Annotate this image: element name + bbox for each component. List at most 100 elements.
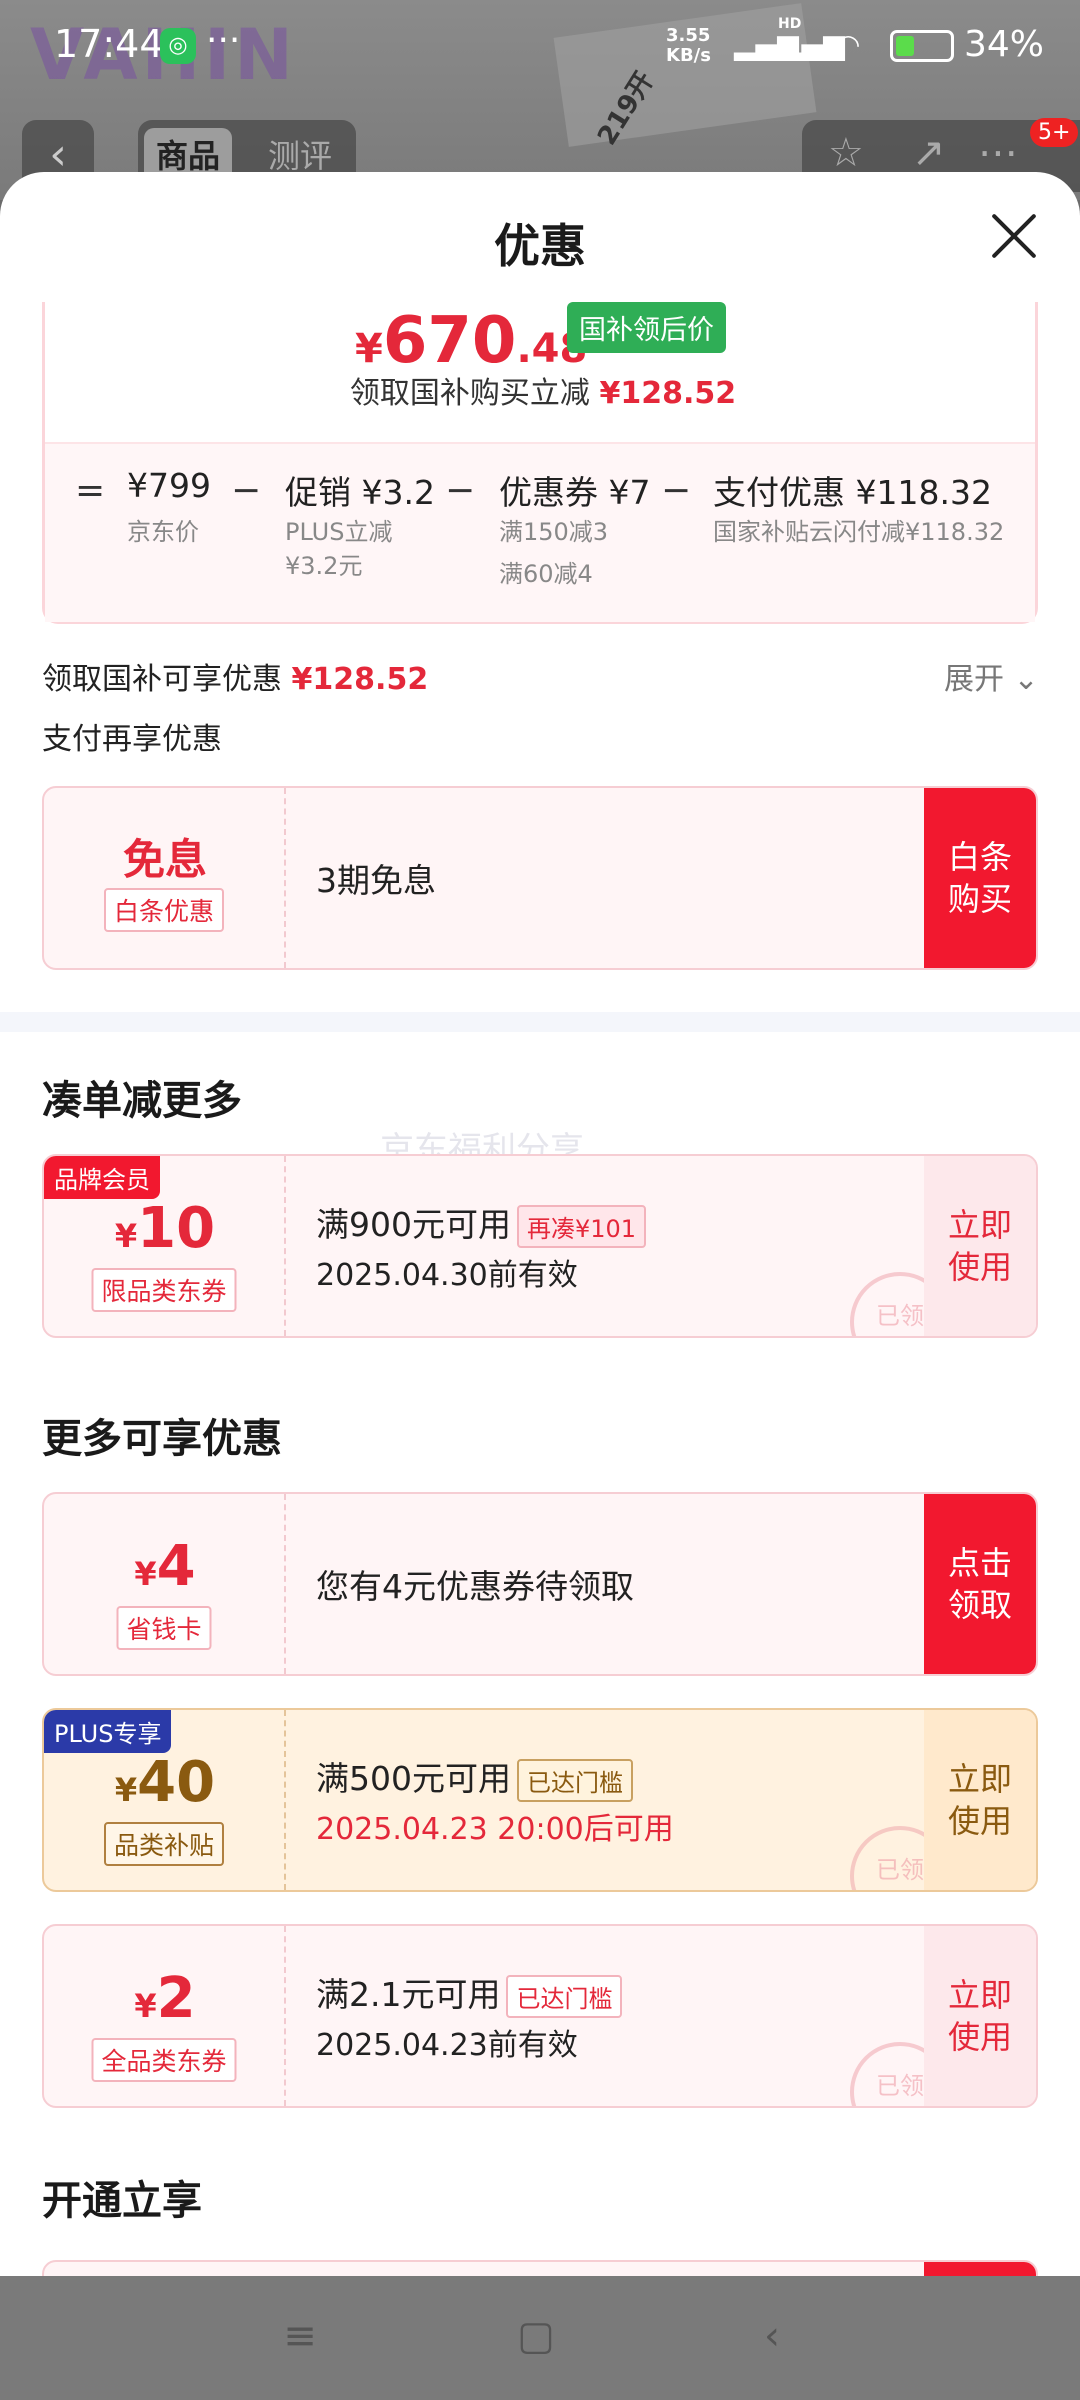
coupon-left: 免息 白条优惠	[44, 788, 286, 968]
coupon-value: ¥40	[44, 1750, 286, 1815]
coupon-condition: 满500元可用 已达门槛	[316, 1752, 633, 1802]
subsidy-price-tag: 国补领后价	[567, 302, 726, 353]
coupon-condition: 满2.1元可用 已达门槛	[316, 1968, 623, 2018]
add-more-tag: 再凑¥101	[517, 1205, 647, 1248]
close-icon[interactable]	[990, 212, 1038, 260]
clock: 17:44	[54, 22, 164, 66]
coupon-type-tag: 限品类东券	[91, 1268, 237, 1312]
coupon-rule-2: 满60减4	[499, 560, 593, 588]
coupon-amount: 优惠券 ¥7	[499, 473, 651, 512]
threshold-reached-tag: 已达门槛	[506, 1975, 623, 2018]
price-summary: ¥670.48 国补领后价 领取国补购买立减 ¥128.52 = ¥799 京东…	[42, 302, 1038, 624]
coupon-left: ¥2 全品类东券	[44, 1926, 286, 2106]
battery-icon	[890, 30, 954, 62]
wechat-icon: ◎	[160, 28, 196, 64]
coupon-condition: 满900元可用 再凑¥101	[316, 1198, 647, 1248]
promo-label: PLUS立减	[285, 518, 393, 546]
more-notifications-icon: ···	[206, 20, 241, 61]
currency-symbol: ¥	[134, 1555, 157, 1593]
coupon-type-tag: 全品类东券	[91, 2038, 237, 2082]
equals-sign: =	[75, 470, 106, 511]
coupon-validity: 2025.04.23前有效	[316, 2028, 578, 2063]
subsidy-row-label: 领取国补可享优惠	[42, 662, 282, 697]
plus-coupon: ¥40 品类补贴 PLUS专享 满500元可用 已达门槛 2025.04.23 2…	[42, 1708, 1038, 1892]
battery-percent: 34%	[964, 24, 1045, 65]
currency-symbol: ¥	[134, 1987, 157, 2025]
coupon-amount: 40	[137, 1750, 216, 1815]
subtitle-amount: ¥128.52	[599, 376, 737, 411]
section-title-more-save: 凑单减更多	[42, 1078, 242, 1124]
coupon-value: ¥4	[44, 1534, 286, 1599]
chevron-down-icon: ⌄	[1013, 662, 1039, 697]
currency-symbol: ¥	[355, 326, 383, 372]
system-nav-bar: ≡ ▢ ‹	[0, 2276, 1080, 2400]
partial-card	[42, 2260, 1038, 2276]
final-price: ¥670.48	[355, 304, 587, 378]
currency-symbol: ¥	[114, 1771, 138, 1809]
coupon-amount: 10	[137, 1196, 216, 1261]
price-subtitle: 领取国补购买立减 ¥128.52	[45, 368, 1041, 412]
subtitle-text: 领取国补购买立减	[349, 376, 590, 411]
minus-sign: −	[661, 470, 692, 511]
share-icon[interactable]: ↗	[912, 130, 946, 176]
brand-member-ribbon: 品牌会员	[44, 1156, 160, 1199]
menu-icon[interactable]: ≡	[280, 2316, 320, 2356]
promo-amount: 促销 ¥3.2	[285, 473, 435, 512]
more-icon[interactable]: ⋯	[978, 130, 1018, 176]
net-speed: 3.55 KB/s	[666, 25, 711, 66]
use-now-button[interactable]: 立即 使用	[924, 1710, 1036, 1890]
expand-button[interactable]: 展开 ⌄	[944, 654, 1039, 698]
section-title-open-enjoy: 开通立享	[42, 2178, 202, 2224]
price-breakdown: = ¥799 京东价 − 促销 ¥3.2 PLUS立减 ¥3.2元 − 优惠券 …	[45, 442, 1035, 622]
baitiao-card: 免息 白条优惠 3期免息 白条 购买	[42, 786, 1038, 970]
signal-icon-2: ▂▄▆	[780, 28, 845, 61]
minus-sign: −	[231, 470, 262, 511]
coupon-rule-1: 满150减3	[499, 518, 609, 546]
interest-free-label: 免息	[122, 835, 207, 884]
claim-button[interactable]: 点击 领取	[924, 1494, 1036, 1674]
expand-label: 展开	[944, 662, 1004, 697]
coupon-value: ¥10	[44, 1196, 286, 1261]
home-icon[interactable]: ▢	[516, 2316, 556, 2356]
condition-text: 满900元可用	[316, 1205, 511, 1244]
plus-ribbon: PLUS专享	[44, 1710, 172, 1753]
pay-more-label: 支付再享优惠	[42, 722, 222, 757]
pay-discount-detail: 国家补贴云闪付减¥118.32	[713, 518, 1005, 546]
sheet-title: 优惠	[494, 219, 586, 273]
all-category-coupon: ¥2 全品类东券 满2.1元可用 已达门槛 2025.04.23前有效 已领 立即…	[42, 1924, 1038, 2108]
use-now-button[interactable]: 立即 使用	[924, 1926, 1036, 2106]
coupon-type-tag: 品类补贴	[103, 1822, 225, 1866]
section-title-more-offers: 更多可享优惠	[42, 1416, 282, 1462]
coupon-amount: 2	[156, 1966, 196, 2031]
currency-symbol: ¥	[114, 1217, 138, 1255]
discount-sheet: 优惠 ¥670.48 国补领后价 领取国补购买立减 ¥128.52 = ¥799…	[0, 172, 1080, 2276]
subsidy-row: 领取国补可享优惠 ¥128.52	[42, 654, 428, 698]
condition-text: 满2.1元可用	[316, 1975, 501, 2014]
minus-sign: −	[445, 470, 476, 511]
baitiao-buy-button[interactable]: 白条 购买	[924, 788, 1036, 968]
section-divider	[0, 1012, 1080, 1032]
saver-desc: 您有4元优惠券待领取	[316, 1567, 634, 1606]
baitiao-desc: 3期免息	[316, 861, 436, 900]
promo-detail: ¥3.2元	[285, 552, 363, 580]
baitiao-tag: 白条优惠	[103, 888, 225, 932]
price-integer: 670	[382, 304, 517, 378]
star-icon[interactable]: ☆	[828, 130, 864, 176]
jd-price: ¥799	[127, 466, 211, 505]
coupon-type-tag: 省钱卡	[116, 1606, 212, 1650]
cart-badge: 5+	[1030, 118, 1079, 147]
wifi-icon: ◠	[836, 28, 861, 61]
status-bar: 17:44 ◎ ··· 3.55 KB/s ▂▄▆ HD ▂▄▆ ◠ 34%	[0, 0, 1080, 90]
jd-price-label: 京东价	[127, 518, 199, 546]
back-icon[interactable]: ‹	[752, 2316, 792, 2356]
coupon-amount: 4	[156, 1534, 196, 1599]
pay-discount: 支付优惠 ¥118.32	[713, 473, 992, 512]
use-now-button[interactable]: 立即 使用	[924, 1156, 1036, 1336]
subsidy-row-amount: ¥128.52	[291, 662, 429, 697]
coupon-left: ¥4 省钱卡	[44, 1494, 286, 1674]
condition-text: 满500元可用	[316, 1759, 511, 1798]
coupon-validity: 2025.04.30前有效	[316, 1258, 578, 1293]
partial-card-button[interactable]	[924, 2262, 1036, 2276]
coupon-value: ¥2	[44, 1966, 286, 2031]
coupon-validity: 2025.04.23 20:00后可用	[316, 1812, 674, 1847]
